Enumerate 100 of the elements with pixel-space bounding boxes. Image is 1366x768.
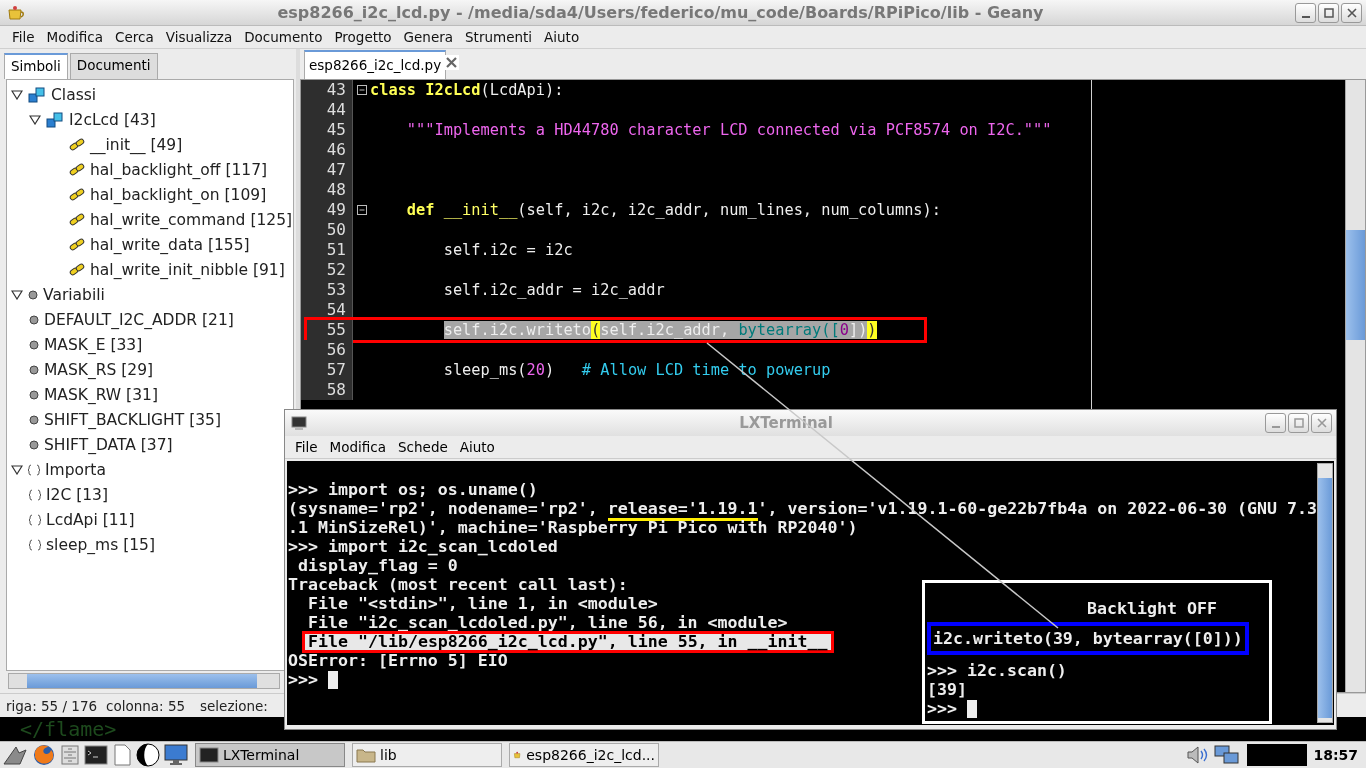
tree-item[interactable]: SHIFT_BACKLIGHT [35] (44, 410, 221, 429)
half-circle-icon[interactable] (136, 743, 160, 767)
menu-item[interactable]: Cerca (107, 29, 158, 45)
task-button[interactable]: LXTerminal (195, 743, 345, 767)
file-tab[interactable]: esp8266_i2c_lcd.py (304, 50, 447, 79)
teapot-icon (6, 3, 26, 22)
tree-item[interactable]: MASK_E [33] (44, 335, 143, 354)
expander-icon[interactable] (11, 289, 23, 300)
tree-group[interactable]: Variabili (43, 285, 105, 304)
terminal-icon[interactable] (84, 745, 108, 765)
code-line: self.i2c = i2c (443, 241, 573, 259)
line-number: 45 (301, 120, 352, 140)
blocks-icon (46, 111, 64, 128)
menu-item[interactable]: Visualizza (157, 29, 237, 45)
menu-item[interactable]: File (4, 29, 39, 45)
vertical-scrollbar[interactable] (1317, 463, 1333, 723)
status-text: selezione: (200, 697, 268, 714)
braces-icon (28, 463, 40, 476)
link-icon (69, 137, 85, 152)
window-title: LXTerminal (738, 414, 834, 432)
menu-item[interactable]: File (289, 439, 324, 455)
tree-item[interactable]: hal_write_command [125] (90, 210, 293, 229)
desktop-text: </flame> (20, 717, 117, 742)
tree-item[interactable]: sleep_ms [15] (46, 535, 155, 554)
task-button[interactable]: esp8266_i2c_lcd... (509, 743, 659, 767)
tree-item[interactable]: LcdApi [11] (46, 510, 135, 529)
maximize-button[interactable] (1288, 413, 1309, 433)
output-line: >>> import i2c_scan_lcdoled (288, 537, 558, 556)
menu-item[interactable]: Schede (392, 439, 454, 455)
output-line: .1 MinSizeRel)', machine='Raspberry Pi Pico with RP2040') (288, 518, 858, 537)
fold-icon[interactable] (356, 85, 367, 95)
inset-heading: Backlight OFF (1087, 599, 1218, 618)
tree-item[interactable]: __init__ [49] (90, 135, 183, 154)
tree-item[interactable]: MASK_RS [29] (44, 360, 154, 379)
dot-icon (29, 314, 39, 325)
close-button[interactable] (1341, 2, 1362, 23)
expander-icon[interactable] (11, 89, 23, 100)
menu-item[interactable]: Modifica (323, 439, 393, 455)
code-line: class I2cLcd(LcdApi): (370, 81, 564, 99)
terminal-icon (199, 747, 219, 763)
task-button[interactable]: lib (352, 743, 502, 767)
minimize-button[interactable] (1295, 2, 1316, 23)
status-text: riga: 55 / 176 (6, 697, 99, 714)
vertical-scrollbar[interactable] (1345, 80, 1365, 693)
horizontal-scrollbar[interactable] (8, 673, 280, 690)
line-number: 55 (301, 320, 352, 340)
tree-item[interactable]: I2cLcd [43] (69, 110, 156, 129)
tree-item[interactable]: I2C [13] (46, 485, 108, 504)
code-line: self.i2c_addr = i2c_addr (443, 281, 665, 299)
braces-icon (29, 513, 41, 526)
tree-item[interactable]: hal_write_init_nibble [91] (90, 260, 285, 279)
menu-item[interactable]: Documento (236, 29, 327, 45)
terminal-icon (291, 416, 307, 430)
expander-icon[interactable] (11, 464, 23, 475)
braces-icon (29, 488, 41, 501)
line-number: 50 (301, 220, 352, 240)
tree-item[interactable]: hal_backlight_off [117] (90, 160, 268, 179)
tree-group[interactable]: Importa (45, 460, 106, 479)
link-icon (69, 212, 85, 227)
fold-icon[interactable] (356, 205, 367, 215)
link-icon (69, 162, 85, 177)
line-number: 49 (301, 200, 352, 220)
output-line: OSError: [Errno 5] EIO (288, 651, 508, 670)
clock: 18:57 (1313, 747, 1358, 763)
network-icon[interactable] (1213, 744, 1242, 766)
tree-item[interactable]: DEFAULT_I2C_ADDR [21] (44, 310, 234, 329)
minimize-icon (1301, 15, 1310, 18)
tree-item[interactable]: MASK_RW [31] (44, 385, 158, 404)
maximize-icon (1292, 417, 1305, 429)
window-title: esp8266_i2c_lcd.py - /media/sda4/Users/federico/mu_code/Boards/RPiPico/lib - Geany (276, 3, 1045, 22)
line-number: 43 (301, 80, 352, 100)
cursor (328, 670, 338, 689)
monitor-icon[interactable] (164, 744, 188, 766)
output-line: [39] (927, 680, 967, 699)
sidebar-tab[interactable]: Documenti (69, 53, 158, 79)
close-icon[interactable] (444, 55, 460, 70)
output-line: Traceback (most recent call last): (288, 575, 628, 594)
output-line: File "<stdin>", line 1, in <module> (306, 594, 658, 613)
menu-item[interactable]: Modifica (38, 29, 108, 45)
link-icon (69, 237, 85, 252)
menu-item[interactable]: Genera (395, 29, 457, 45)
dot-icon (29, 389, 39, 400)
expander-icon[interactable] (29, 114, 41, 125)
menu-item[interactable]: Aiuto (453, 439, 501, 455)
cursor (967, 699, 977, 718)
dot-icon (29, 439, 39, 450)
maximize-button[interactable] (1318, 2, 1339, 23)
menu-item[interactable]: Strumenti (457, 29, 537, 45)
globe-icon[interactable] (32, 743, 56, 767)
line-number: 44 (301, 100, 352, 120)
line-number: 57 (301, 360, 352, 380)
tree-group[interactable]: Classi (51, 85, 97, 104)
minimize-icon (1271, 426, 1280, 428)
menu-item[interactable]: Aiuto (536, 29, 584, 45)
sidebar-tab[interactable]: Simboli (4, 53, 68, 79)
tree-item[interactable]: SHIFT_DATA [37] (44, 435, 173, 454)
tree-item[interactable]: hal_write_data [155] (90, 235, 250, 254)
tree-item[interactable]: hal_backlight_on [109] (90, 185, 267, 204)
dot-icon (29, 414, 39, 425)
menu-item[interactable]: Progetto (326, 29, 396, 45)
